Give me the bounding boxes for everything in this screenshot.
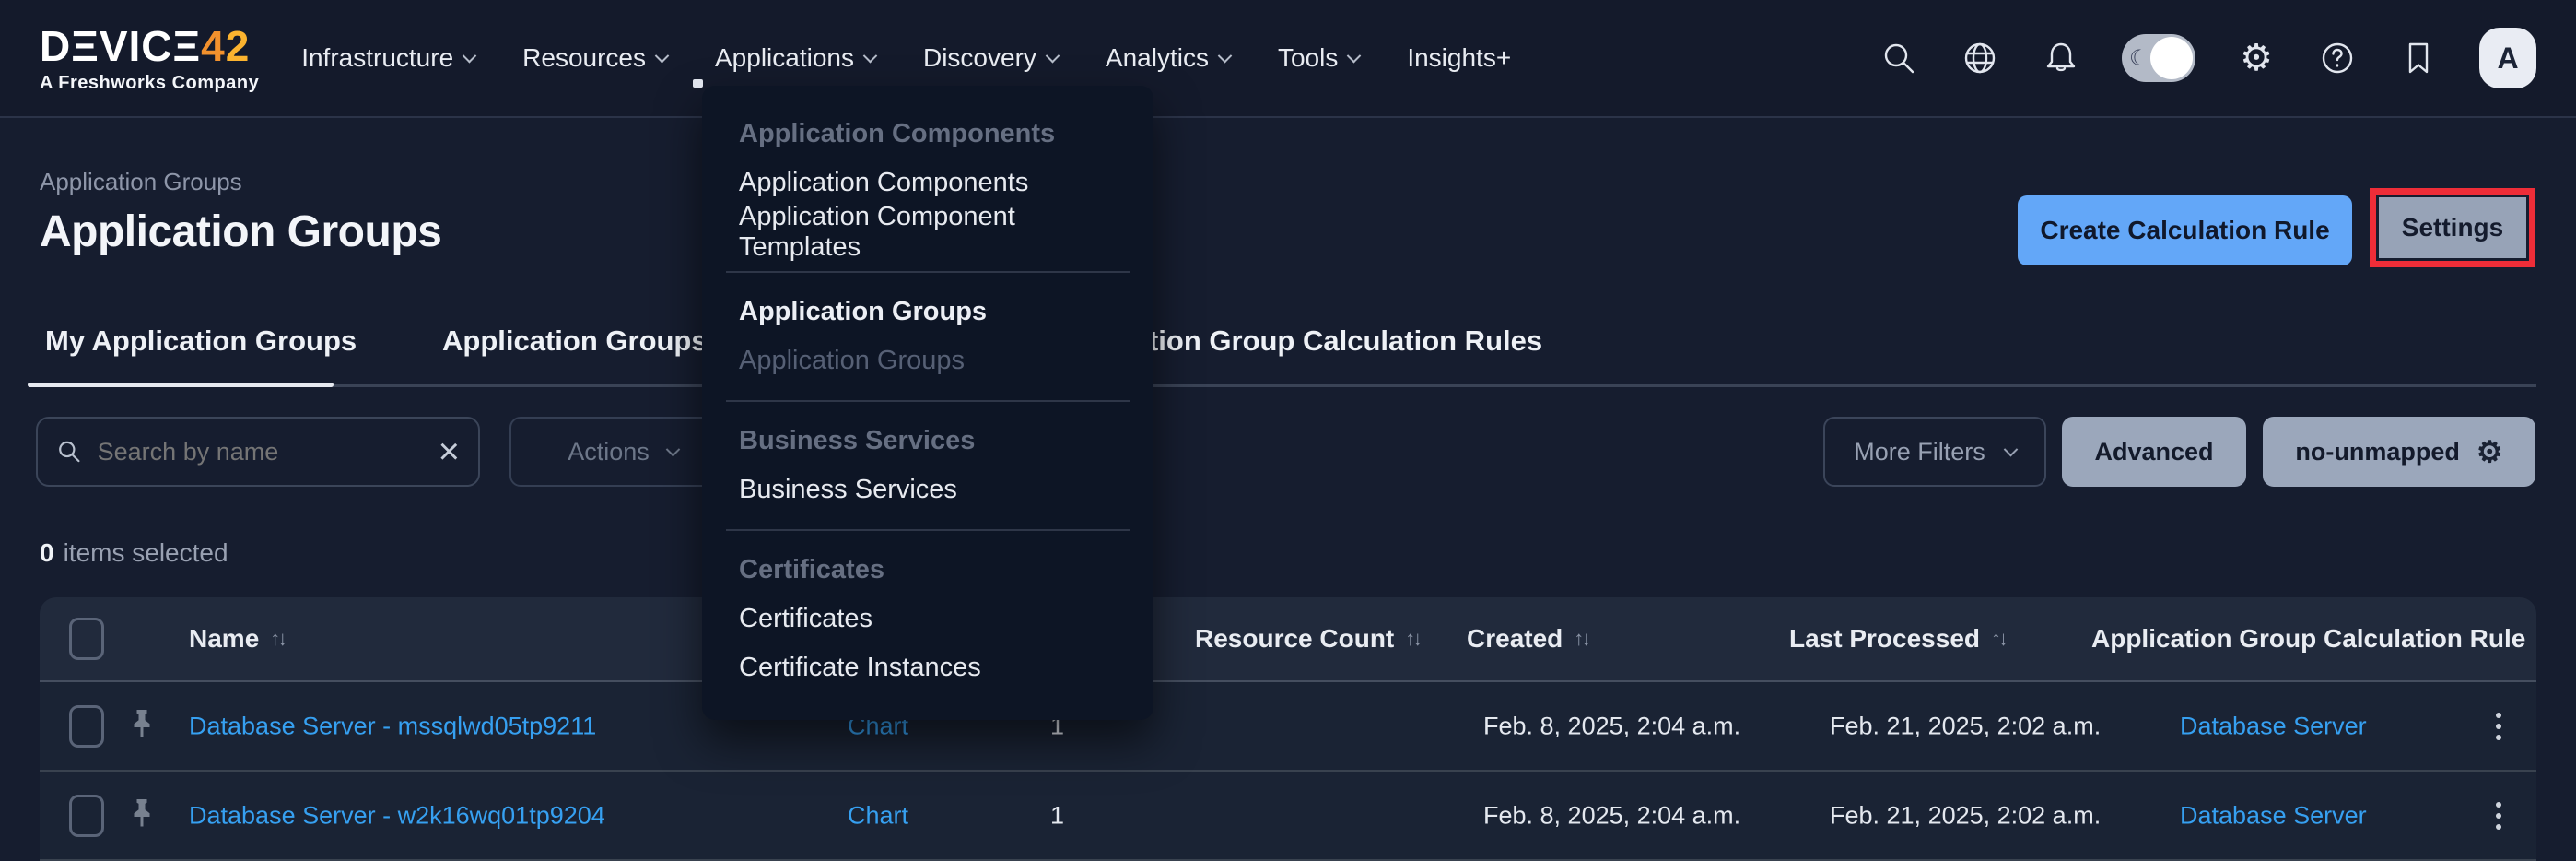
settings-button[interactable]: Settings xyxy=(2379,197,2526,258)
row-menu-icon[interactable] xyxy=(2496,713,2501,740)
nav-analytics[interactable]: Analytics xyxy=(1106,43,1230,73)
chevron-down-icon xyxy=(1218,48,1233,63)
menu-section-application-groups: Application Groups xyxy=(702,288,1153,336)
sort-icon[interactable]: ↑↓ xyxy=(1405,627,1420,651)
advanced-button[interactable]: Advanced xyxy=(2062,417,2246,487)
nav-discovery[interactable]: Discovery xyxy=(923,43,1058,73)
create-calculation-rule-button[interactable]: Create Calculation Rule xyxy=(2018,195,2352,265)
menu-item-application-component-templates[interactable]: Application Component Templates xyxy=(702,207,1153,256)
logo-wordmark: DΞVICΞ42 xyxy=(40,25,259,67)
menu-divider xyxy=(726,271,1130,273)
tab-underline-track xyxy=(40,384,2536,387)
menu-item-certificates[interactable]: Certificates xyxy=(702,595,1153,643)
sort-icon[interactable]: ↑↓ xyxy=(270,627,285,651)
sort-icon[interactable]: ↑↓ xyxy=(1574,627,1588,651)
chevron-down-icon xyxy=(1046,48,1060,63)
search-box: × xyxy=(36,417,480,487)
search-icon[interactable] xyxy=(1879,38,1919,78)
pin-icon[interactable] xyxy=(126,706,158,746)
logo-tagline: A Freshworks Company xyxy=(40,74,259,92)
page-title: Application Groups xyxy=(40,206,441,257)
chevron-down-icon xyxy=(863,48,878,63)
menu-item-business-services[interactable]: Business Services xyxy=(702,466,1153,514)
main-nav: Infrastructure Resources Applications Di… xyxy=(301,43,1511,73)
table-header-row: Name↑↓ Resource Count↑↓ Created↑↓ Last P… xyxy=(40,597,2536,682)
column-header-last-processed[interactable]: Last Processed↑↓ xyxy=(1789,624,2006,654)
row-checkbox[interactable] xyxy=(69,795,104,837)
gear-icon[interactable]: ⚙ xyxy=(2236,38,2277,78)
toggle-knob xyxy=(2150,37,2193,79)
saved-filter-button[interactable]: no-unmapped⚙ xyxy=(2263,417,2535,487)
chevron-down-icon xyxy=(463,48,477,63)
table-row: Database Server - mssqlwd05tp9211 Chart … xyxy=(40,682,2536,772)
breadcrumb[interactable]: Application Groups xyxy=(40,168,242,196)
created-value: Feb. 8, 2025, 2:04 a.m. xyxy=(1483,712,1740,740)
column-header-resource-count[interactable]: Resource Count↑↓ xyxy=(1195,624,1420,654)
menu-item-application-groups[interactable]: Application Groups xyxy=(702,336,1153,385)
menu-item-application-components[interactable]: Application Components xyxy=(702,159,1153,207)
menu-section-certificates: Certificates xyxy=(702,546,1153,595)
help-icon[interactable] xyxy=(2317,38,2358,78)
application-groups-table: Name↑↓ Resource Count↑↓ Created↑↓ Last P… xyxy=(40,597,2536,861)
menu-section-application-components: Application Components xyxy=(702,110,1153,159)
nav-resources[interactable]: Resources xyxy=(522,43,667,73)
nav-insights-plus[interactable]: Insights+ xyxy=(1407,43,1511,73)
sort-icon[interactable]: ↑↓ xyxy=(1991,627,2006,651)
top-navbar: DΞVICΞ42 A Freshworks Company Infrastruc… xyxy=(0,0,2576,118)
row-checkbox[interactable] xyxy=(69,705,104,748)
select-all-checkbox[interactable] xyxy=(69,618,104,660)
chart-link[interactable]: Chart xyxy=(848,801,908,830)
chevron-down-icon xyxy=(1347,48,1362,63)
settings-highlight-annotation: Settings xyxy=(2370,188,2535,267)
gear-icon: ⚙ xyxy=(2476,437,2503,466)
clear-search-icon[interactable]: × xyxy=(439,433,460,470)
search-icon xyxy=(56,436,83,467)
chevron-down-icon xyxy=(2003,442,2018,456)
applications-dropdown-menu: Application Components Application Compo… xyxy=(702,86,1153,720)
theme-toggle[interactable]: ☾ xyxy=(2122,34,2195,82)
nav-infrastructure[interactable]: Infrastructure xyxy=(301,43,474,73)
chevron-down-icon xyxy=(665,442,680,456)
menu-divider xyxy=(726,400,1130,402)
tab-application-groups[interactable]: Application Groups xyxy=(442,324,708,358)
nav-applications[interactable]: Applications xyxy=(715,43,875,73)
menu-item-certificate-instances[interactable]: Certificate Instances xyxy=(702,643,1153,692)
resource-count-value: 1 xyxy=(1050,801,1064,830)
nav-tools[interactable]: Tools xyxy=(1278,43,1359,73)
nav-utility-icons: ☾ ⚙ A xyxy=(1879,28,2536,88)
column-header-calculation-rule[interactable]: Application Group Calculation Rule xyxy=(2091,624,2536,654)
search-input[interactable] xyxy=(98,438,424,466)
selection-summary: 0items selected xyxy=(40,538,228,568)
bookmark-icon[interactable] xyxy=(2398,38,2439,78)
moon-icon: ☾ xyxy=(2129,45,2149,72)
bell-icon[interactable] xyxy=(2041,38,2081,78)
selection-count: 0 xyxy=(40,538,54,567)
menu-anchor-notch xyxy=(693,79,703,88)
more-filters-button[interactable]: More Filters xyxy=(1823,417,2046,487)
active-tab-indicator xyxy=(28,383,334,387)
menu-section-business-services: Business Services xyxy=(702,417,1153,466)
column-header-name[interactable]: Name↑↓ xyxy=(189,624,285,654)
calculation-rule-link[interactable]: Database Server xyxy=(2180,801,2367,830)
calculation-rule-link[interactable]: Database Server xyxy=(2180,712,2367,740)
last-processed-value: Feb. 21, 2025, 2:02 a.m. xyxy=(1830,712,2101,740)
group-name-link[interactable]: Database Server - w2k16wq01tp9204 xyxy=(189,801,605,830)
menu-divider xyxy=(726,529,1130,531)
globe-icon[interactable] xyxy=(1960,38,2000,78)
tab-my-application-groups[interactable]: My Application Groups xyxy=(45,324,357,358)
chevron-down-icon xyxy=(655,48,670,63)
created-value: Feb. 8, 2025, 2:04 a.m. xyxy=(1483,801,1740,830)
row-menu-icon[interactable] xyxy=(2496,802,2501,830)
device42-logo[interactable]: DΞVICΞ42 A Freshworks Company xyxy=(40,25,259,92)
table-row: Database Server - w2k16wq01tp9204 Chart … xyxy=(40,772,2536,861)
last-processed-value: Feb. 21, 2025, 2:02 a.m. xyxy=(1830,801,2101,830)
pin-icon[interactable] xyxy=(126,796,158,835)
avatar[interactable]: A xyxy=(2479,28,2536,88)
group-name-link[interactable]: Database Server - mssqlwd05tp9211 xyxy=(189,712,596,740)
column-header-created[interactable]: Created↑↓ xyxy=(1467,624,1588,654)
